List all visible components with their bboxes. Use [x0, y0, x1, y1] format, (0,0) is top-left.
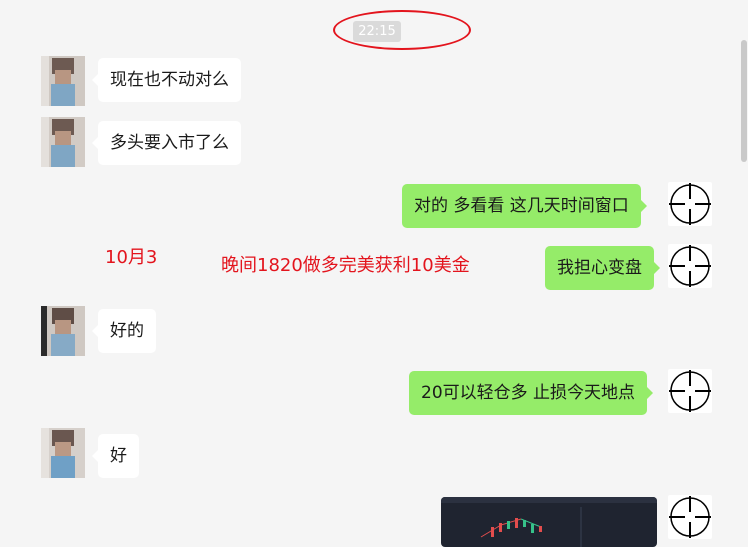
- scrollbar-thumb[interactable]: [741, 40, 747, 162]
- timestamp: 22:15: [353, 21, 401, 42]
- crosshair-icon[interactable]: [668, 495, 712, 539]
- message-bubble-outgoing[interactable]: 20可以轻仓多 止损今天地点: [409, 371, 654, 415]
- crosshair-icon[interactable]: [668, 244, 712, 288]
- message-bubble-incoming[interactable]: 好的: [92, 309, 156, 353]
- date-annotation: 10月3: [105, 247, 158, 268]
- contact-avatar[interactable]: [41, 56, 85, 106]
- message-bubble-outgoing[interactable]: 对的 多看看 这几天时间窗口: [402, 184, 647, 228]
- scrollbar[interactable]: [740, 0, 748, 539]
- message-bubble-outgoing[interactable]: 我担心变盘: [545, 246, 660, 290]
- profit-annotation: 晚间1820做多完美获利10美金: [221, 255, 470, 276]
- chat-panel: 22:15 现在也不动对么 多头要入市了么 对的 多看看 这几天时间窗口 10月…: [0, 0, 740, 547]
- crosshair-icon[interactable]: [668, 182, 712, 226]
- message-bubble-incoming[interactable]: 好: [92, 434, 139, 478]
- contact-avatar[interactable]: [41, 117, 85, 167]
- contact-avatar[interactable]: [41, 428, 85, 478]
- message-bubble-incoming[interactable]: 现在也不动对么: [92, 58, 241, 102]
- chart-image-message[interactable]: [441, 497, 657, 547]
- crosshair-icon[interactable]: [668, 369, 712, 413]
- contact-avatar[interactable]: [41, 306, 85, 356]
- message-bubble-incoming[interactable]: 多头要入市了么: [92, 121, 241, 165]
